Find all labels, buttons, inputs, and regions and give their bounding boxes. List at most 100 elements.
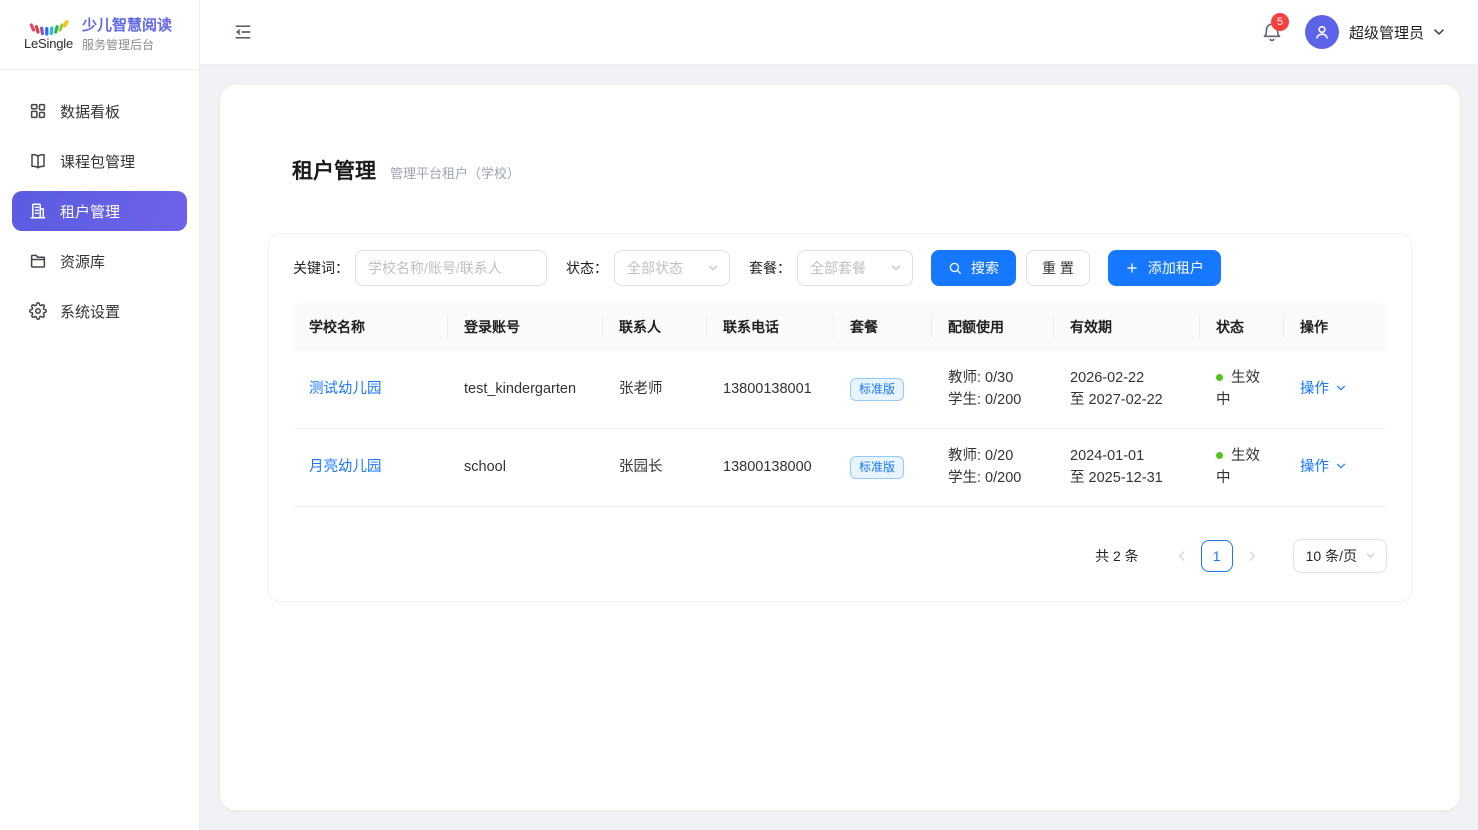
sidebar-menu: 数据看板 课程包管理 租户管理 资源库 系统设置 [0, 70, 199, 362]
tenant-panel: 关键词： 状态： 全部状态 套餐： 全部套餐 [268, 233, 1412, 602]
filter-bar: 关键词： 状态： 全部状态 套餐： 全部套餐 [293, 250, 1387, 286]
brand-title: 少儿智慧阅读 [82, 16, 172, 36]
chevron-down-icon[interactable] [1335, 382, 1347, 394]
actions-cell: 操作 [1284, 428, 1387, 506]
notification-bell[interactable]: 5 [1261, 21, 1283, 43]
package-badge: 标准版 [850, 378, 904, 402]
main-content: 租户管理 管理平台租户（学校） 关键词： 状态： 全部状态 套餐： [200, 65, 1478, 830]
chevron-down-icon [890, 262, 902, 274]
sidebar: LeSingle 少儿智慧阅读 服务管理后台 数据看板 课程包管理 租户管理 [0, 0, 200, 830]
row-action-link[interactable]: 操作 [1300, 459, 1329, 475]
menu-fold-icon[interactable] [233, 22, 253, 42]
sidebar-item-tenant-management[interactable]: 租户管理 [12, 191, 187, 231]
quota-student: 学生: 0/200 [948, 467, 1038, 489]
page-subtitle: 管理平台租户（学校） [390, 163, 520, 182]
sidebar-item-resource-library[interactable]: 资源库 [12, 241, 187, 281]
keyword-input[interactable] [355, 250, 547, 286]
brand-block: LeSingle 少儿智慧阅读 服务管理后台 [0, 0, 199, 70]
topbar: 5 超级管理员 [200, 0, 1478, 65]
actions-cell: 操作 [1284, 351, 1387, 428]
status-select-value: 全部状态 [627, 258, 683, 278]
user-icon [1312, 22, 1332, 42]
page-title: 租户管理 [292, 155, 376, 185]
col-account: 登录账号 [448, 303, 603, 351]
sidebar-item-label: 租户管理 [60, 201, 120, 222]
chevron-right-icon[interactable] [1245, 549, 1259, 563]
contact-cell: 张园长 [603, 428, 707, 506]
quota-teacher: 教师: 0/30 [948, 367, 1038, 389]
col-package: 套餐 [834, 303, 932, 351]
brand-subtitle: 服务管理后台 [82, 37, 172, 53]
status-label: 状态： [566, 258, 608, 278]
notification-badge: 5 [1271, 13, 1289, 31]
sidebar-item-label: 资源库 [60, 251, 105, 272]
chevron-down-icon[interactable] [1432, 25, 1446, 39]
valid-to: 至 2025-12-31 [1070, 467, 1184, 489]
search-button[interactable]: 搜索 [931, 250, 1016, 286]
reset-button[interactable]: 重 置 [1026, 250, 1090, 286]
tenant-table: 学校名称 登录账号 联系人 联系电话 套餐 配额使用 有效期 状态 操作 [293, 303, 1387, 507]
sidebar-item-label: 课程包管理 [60, 151, 135, 172]
chevron-down-icon [707, 262, 719, 274]
search-icon [948, 261, 962, 275]
page-card: 租户管理 管理平台租户（学校） 关键词： 状态： 全部状态 套餐： [220, 85, 1460, 810]
quota-teacher: 教师: 0/20 [948, 445, 1038, 467]
sidebar-item-dashboard[interactable]: 数据看板 [12, 91, 187, 131]
page-head: 租户管理 管理平台租户（学校） [292, 155, 1412, 185]
pagination-page-1[interactable]: 1 [1201, 540, 1233, 572]
folder-icon [29, 252, 47, 270]
pagination-total: 共 2 条 [1095, 546, 1139, 566]
page-size-value: 10 条/页 [1306, 546, 1357, 566]
user-name[interactable]: 超级管理员 [1349, 22, 1424, 43]
sidebar-item-system-settings[interactable]: 系统设置 [12, 291, 187, 331]
book-icon [29, 152, 47, 170]
table-row: 测试幼儿园 test_kindergarten 张老师 13800138001 … [293, 351, 1387, 428]
table-header-row: 学校名称 登录账号 联系人 联系电话 套餐 配额使用 有效期 状态 操作 [293, 303, 1387, 351]
phone-cell: 13800138000 [707, 428, 834, 506]
chevron-left-icon[interactable] [1175, 549, 1189, 563]
account-cell: test_kindergarten [448, 351, 603, 428]
row-action-link[interactable]: 操作 [1300, 381, 1329, 397]
package-select[interactable]: 全部套餐 [797, 250, 913, 286]
col-validity: 有效期 [1054, 303, 1200, 351]
quota-cell: 教师: 0/30 学生: 0/200 [932, 351, 1054, 428]
account-cell: school [448, 428, 603, 506]
gear-icon [29, 302, 47, 320]
quota-cell: 教师: 0/20 学生: 0/200 [932, 428, 1054, 506]
col-status: 状态 [1200, 303, 1284, 351]
pagination: 共 2 条 1 10 条/页 [293, 507, 1387, 573]
validity-cell: 2026-02-22 至 2027-02-22 [1054, 351, 1200, 428]
quota-student: 学生: 0/200 [948, 389, 1038, 411]
add-tenant-button[interactable]: 添加租户 [1108, 250, 1221, 286]
valid-from: 2026-02-22 [1070, 367, 1184, 389]
valid-to: 至 2027-02-22 [1070, 389, 1184, 411]
status-cell: 生效中 [1200, 428, 1284, 506]
app-root: LeSingle 少儿智慧阅读 服务管理后台 数据看板 课程包管理 租户管理 [0, 0, 1478, 830]
brand-text: 少儿智慧阅读 服务管理后台 [82, 16, 172, 52]
sidebar-item-label: 数据看板 [60, 101, 120, 122]
school-name-link[interactable]: 测试幼儿园 [309, 381, 382, 397]
avatar[interactable] [1305, 15, 1339, 49]
col-contact: 联系人 [603, 303, 707, 351]
status-dot-icon [1216, 374, 1223, 381]
chevron-down-icon[interactable] [1335, 460, 1347, 472]
reset-button-label: 重 置 [1042, 258, 1074, 278]
sidebar-item-course-packages[interactable]: 课程包管理 [12, 141, 187, 181]
dashboard-icon [29, 102, 47, 120]
col-actions: 操作 [1284, 303, 1387, 351]
package-badge: 标准版 [850, 456, 904, 480]
lesingle-logo: LeSingle [24, 18, 73, 51]
school-name-link[interactable]: 月亮幼儿园 [309, 459, 382, 475]
valid-from: 2024-01-01 [1070, 445, 1184, 467]
page-size-select[interactable]: 10 条/页 [1293, 539, 1387, 573]
plus-icon [1125, 261, 1139, 275]
logo-bars-icon [27, 18, 71, 36]
add-tenant-button-label: 添加租户 [1148, 258, 1204, 278]
phone-cell: 13800138001 [707, 351, 834, 428]
col-quota: 配额使用 [932, 303, 1054, 351]
sidebar-item-label: 系统设置 [60, 301, 120, 322]
status-cell: 生效中 [1200, 351, 1284, 428]
status-select[interactable]: 全部状态 [614, 250, 730, 286]
status-dot-icon [1216, 452, 1223, 459]
chevron-down-icon [1365, 550, 1376, 561]
